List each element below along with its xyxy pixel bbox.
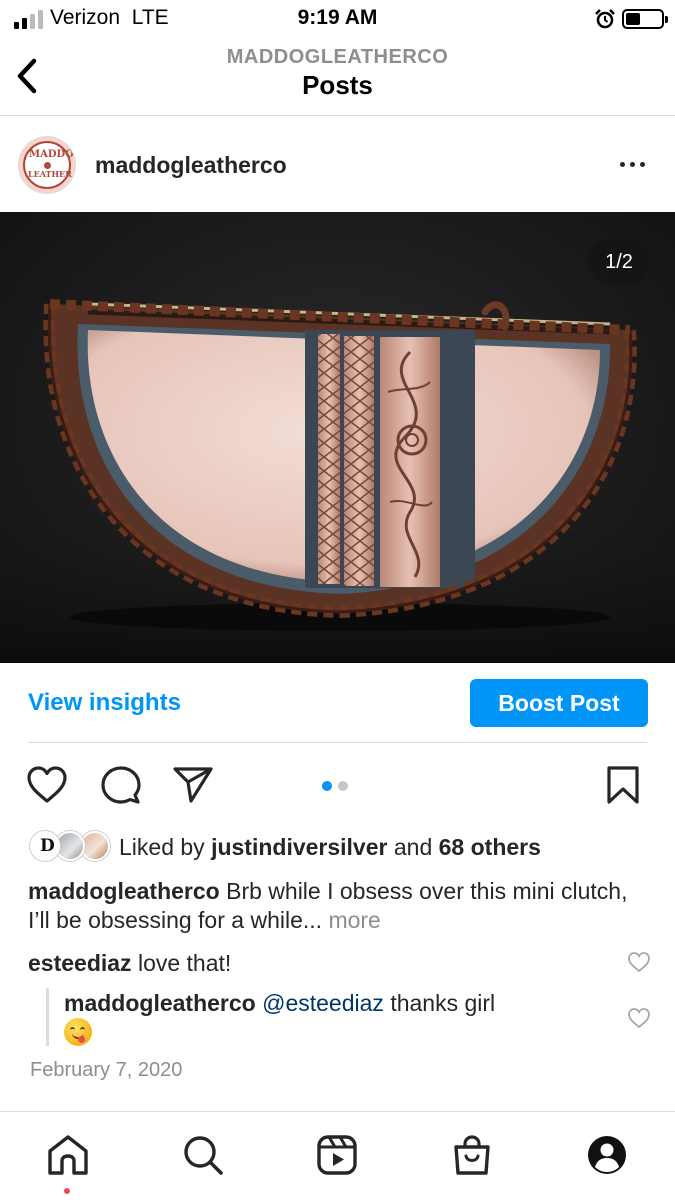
comment-username[interactable]: esteediaz: [28, 950, 132, 976]
post-date: February 7, 2020: [30, 1059, 183, 1081]
search-icon[interactable]: [182, 1134, 224, 1176]
view-insights-link[interactable]: View insights: [28, 689, 181, 717]
liker-username[interactable]: justindiversilver: [211, 834, 387, 860]
alarm-icon: [595, 9, 615, 29]
leather-clutch-image: [0, 299, 675, 663]
bottom-nav: [0, 1111, 675, 1200]
battery-icon: [622, 9, 668, 29]
savoring-emoji-icon: [64, 1018, 92, 1046]
likes-summary: Liked by justindiversilver and 68 others: [119, 834, 541, 860]
top-header: MADDOGLEATHERCO Posts: [0, 38, 675, 116]
image-counter: 1/2: [588, 239, 650, 285]
caption-more-link[interactable]: more: [328, 907, 380, 933]
comment-icon[interactable]: [100, 765, 142, 807]
likes-count[interactable]: 68 others: [439, 834, 541, 860]
comment-like-heart-icon[interactable]: [627, 951, 651, 973]
account-name: MADDOGLEATHERCO: [226, 46, 449, 68]
mention-link[interactable]: @esteediaz: [262, 990, 384, 1016]
avatar[interactable]: MADDOG LEATHER: [18, 136, 76, 194]
carousel-indicator: [322, 781, 348, 791]
post-actions: [0, 743, 675, 828]
avatar-logo-subtext: LEATHER: [28, 169, 72, 179]
shop-icon[interactable]: [451, 1134, 493, 1176]
avatar-logo-text: MADDOG: [29, 149, 75, 160]
post-username[interactable]: maddogleatherco: [95, 152, 287, 179]
page-title: Posts: [302, 70, 373, 100]
profile-icon[interactable]: [586, 1134, 628, 1176]
comment-like-heart-icon[interactable]: [627, 1007, 651, 1029]
reply-comment: maddogleatherco @esteediaz thanks girl: [64, 989, 584, 1047]
reels-icon[interactable]: [316, 1134, 358, 1176]
more-horizontal-icon[interactable]: [620, 162, 645, 167]
liker-avatar: D: [30, 831, 60, 861]
comment-username[interactable]: maddogleatherco: [64, 990, 256, 1016]
heart-icon[interactable]: [26, 765, 68, 805]
status-bar: Verizon LTE 9:19 AM: [0, 0, 675, 38]
boost-post-button[interactable]: Boost Post: [470, 679, 648, 727]
status-time: 9:19 AM: [297, 6, 378, 29]
comment: esteediaz love that!: [28, 950, 232, 976]
caption-username[interactable]: maddogleatherco: [28, 878, 220, 904]
active-tab-dot: [64, 1188, 70, 1194]
post-caption: maddogleatherco Brb while I obsess over …: [28, 878, 628, 933]
share-icon[interactable]: [172, 765, 214, 805]
home-icon[interactable]: [46, 1134, 90, 1176]
reply-thread-line: [46, 988, 49, 1046]
post-header: MADDOG LEATHER maddogleatherco: [0, 117, 675, 212]
bookmark-icon[interactable]: [606, 765, 640, 805]
likes-row[interactable]: D Liked by justindiversilver and 68 othe…: [0, 828, 675, 868]
insights-bar: View insights Boost Post: [0, 663, 675, 743]
post-image[interactable]: 1/2: [0, 212, 675, 663]
